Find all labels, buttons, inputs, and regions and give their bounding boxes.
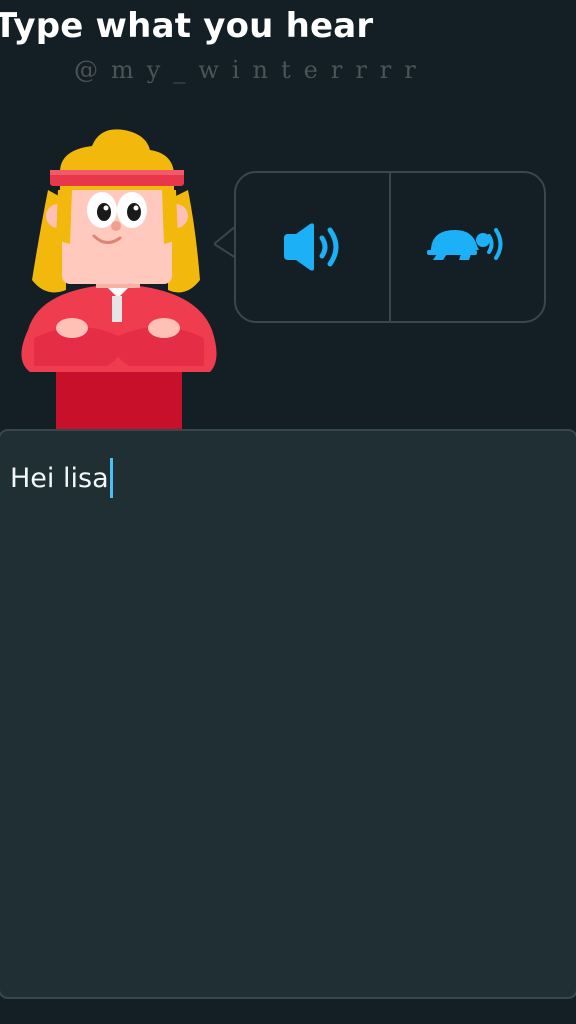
character-illustration: [21, 129, 217, 432]
answer-value: Hei lisa: [10, 462, 109, 494]
page-title: Type what you hear: [0, 6, 374, 46]
play-slow-audio-button[interactable]: [389, 173, 544, 321]
speaker-icon: [283, 223, 338, 271]
audio-bubble: [234, 171, 546, 323]
answer-input-text[interactable]: Hei lisa: [10, 458, 113, 498]
play-audio-button[interactable]: [236, 173, 389, 321]
watermark-text: @my_winterrrr: [74, 56, 429, 84]
answer-textarea[interactable]: [0, 429, 576, 999]
turtle-speaker-icon: [426, 228, 502, 260]
text-caret: [109, 458, 113, 498]
